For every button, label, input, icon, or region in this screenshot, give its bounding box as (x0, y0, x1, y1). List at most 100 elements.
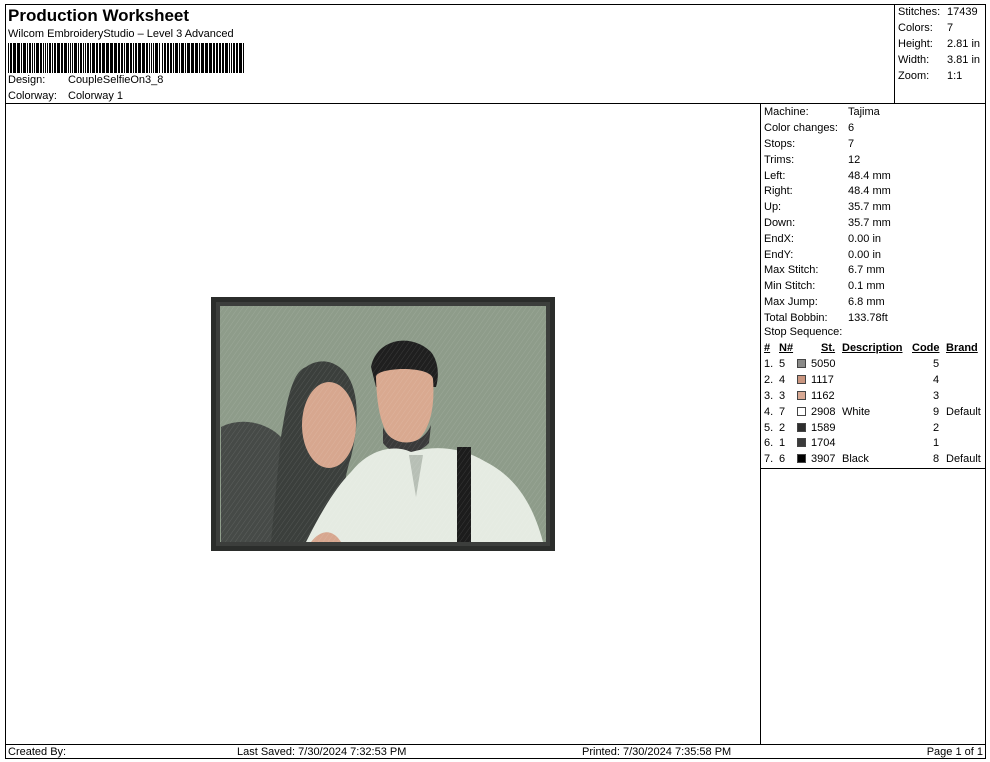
barcode-bar (181, 43, 184, 73)
barcode-bar (90, 43, 91, 73)
barcode-bar (106, 43, 109, 73)
design-preview-canvas[interactable] (5, 104, 761, 744)
barcode-bar (162, 43, 163, 73)
created-by: Created By: (8, 746, 67, 758)
stop-sequence-header: # N# St. Description Code Brand (761, 342, 986, 356)
barcode-bar (201, 43, 204, 73)
colorway-row: Colorway: Colorway 1 (8, 90, 123, 102)
barcode-bar (233, 43, 235, 73)
barcode-bar (8, 43, 9, 73)
barcode-bar (45, 43, 46, 73)
barcode-bar (29, 43, 31, 73)
barcode-bar (87, 43, 89, 73)
barcode-bar (124, 43, 125, 73)
barcode-bar (179, 43, 180, 73)
info-endy: EndY: 0.00 in (764, 249, 882, 261)
stop-sequence-title: Stop Sequence: (764, 326, 843, 338)
machine-info-panel: Machine: Tajima Color changes: 6 Stops: 7 T… (761, 104, 986, 744)
col-code: Code (912, 342, 940, 354)
info-left: Left: 48.4 mm (764, 170, 891, 182)
barcode-bar (175, 43, 178, 73)
barcode-bar (159, 43, 160, 73)
barcode-bar (99, 43, 101, 73)
col-description: Description (842, 342, 903, 354)
info-min-stitch: Min Stitch: 0.1 mm (764, 280, 885, 292)
barcode-bar (222, 43, 224, 73)
info-down: Down: 35.7 mm (764, 217, 891, 229)
software-name: Wilcom EmbroideryStudio – Level 3 Advanc… (8, 28, 234, 40)
barcode-bar (164, 43, 166, 73)
info-up: Up: 35.7 mm (764, 201, 891, 213)
barcode-bar (49, 43, 51, 73)
barcode-bar (17, 43, 20, 73)
design-stats: Stitches: 17439 Colors: 7 Height: 2.81 in W… (895, 4, 986, 104)
table-row: 5. 2 1589 2 (764, 422, 940, 434)
info-max-stitch: Max Stitch: 6.7 mm (764, 264, 885, 276)
col-needle: N# (779, 342, 794, 354)
worksheet-header: Production Worksheet Wilcom EmbroiderySt… (5, 4, 895, 104)
barcode-bar (191, 43, 194, 73)
barcode-bar (187, 43, 190, 73)
col-index: # (764, 342, 771, 354)
barcode-bar (27, 43, 28, 73)
barcode-bar (10, 43, 12, 73)
page-title: Production Worksheet (8, 6, 190, 25)
table-row: 4. 7 2908 White 9 Default (764, 406, 981, 418)
info-trims: Trims: 12 (764, 154, 861, 166)
barcode-bar (243, 43, 244, 73)
info-total-bobbin: Total Bobbin: 133.78ft (764, 312, 888, 324)
barcode-bar (70, 43, 71, 73)
barcode-bar (142, 43, 145, 73)
barcode-bar (85, 43, 86, 73)
barcode-bar (52, 43, 53, 73)
barcode-bar (40, 43, 42, 73)
barcode-bar (114, 43, 117, 73)
col-stitches: St. (821, 342, 836, 354)
table-row: 1. 5 5050 5 (764, 358, 940, 370)
embroidery-design-preview (211, 297, 555, 551)
col-brand: Brand (946, 342, 978, 354)
barcode-bar (21, 43, 22, 73)
info-endx: EndX: 0.00 in (764, 233, 882, 245)
barcode-bar (135, 43, 137, 73)
panel-divider (761, 468, 986, 469)
barcode-bar (151, 43, 152, 73)
barcode-bar (68, 43, 69, 73)
barcode-bar (155, 43, 158, 73)
table-row: 2. 4 1117 4 (764, 374, 940, 386)
last-saved: Last Saved: 7/30/2024 7:32:53 PM (237, 746, 407, 758)
stat-height: Height: 2.81 in (898, 38, 981, 50)
barcode-bar (121, 43, 123, 73)
barcode-bar (170, 43, 172, 73)
barcode-bar (239, 43, 242, 73)
barcode-bar (167, 43, 169, 73)
table-row: 7. 6 3907 Black 8 Default (764, 453, 981, 465)
barcode-bar (213, 43, 215, 73)
barcode-bar (231, 43, 232, 73)
table-row: 6. 1 1704 1 (764, 437, 940, 449)
barcode-bar (80, 43, 82, 73)
barcode-bar (96, 43, 98, 73)
info-color-changes: Color changes: 6 (764, 122, 855, 134)
barcode-bar (126, 43, 129, 73)
barcode-bar (64, 43, 67, 73)
info-stops: Stops: 7 (764, 138, 855, 150)
barcode-bar (23, 43, 26, 73)
barcode-bar (199, 43, 200, 73)
barcode-bar (74, 43, 77, 73)
barcode-bar (78, 43, 79, 73)
stat-colors: Colors: 7 (898, 22, 954, 34)
barcode-bar (13, 43, 16, 73)
barcode-bar (236, 43, 238, 73)
barcode-bar (133, 43, 134, 73)
design-value: CoupleSelfieOn3_8 (68, 74, 164, 86)
thread-color-swatch (797, 375, 806, 384)
barcode-bar (216, 43, 218, 73)
thread-color-swatch (797, 391, 806, 400)
design-label: Design: (8, 74, 46, 86)
barcode-bar (72, 43, 73, 73)
barcode-bar (92, 43, 95, 73)
barcode-bar (110, 43, 113, 73)
barcode-bar (118, 43, 120, 73)
worksheet-footer: Created By: Last Saved: 7/30/2024 7:32:5… (5, 744, 986, 759)
